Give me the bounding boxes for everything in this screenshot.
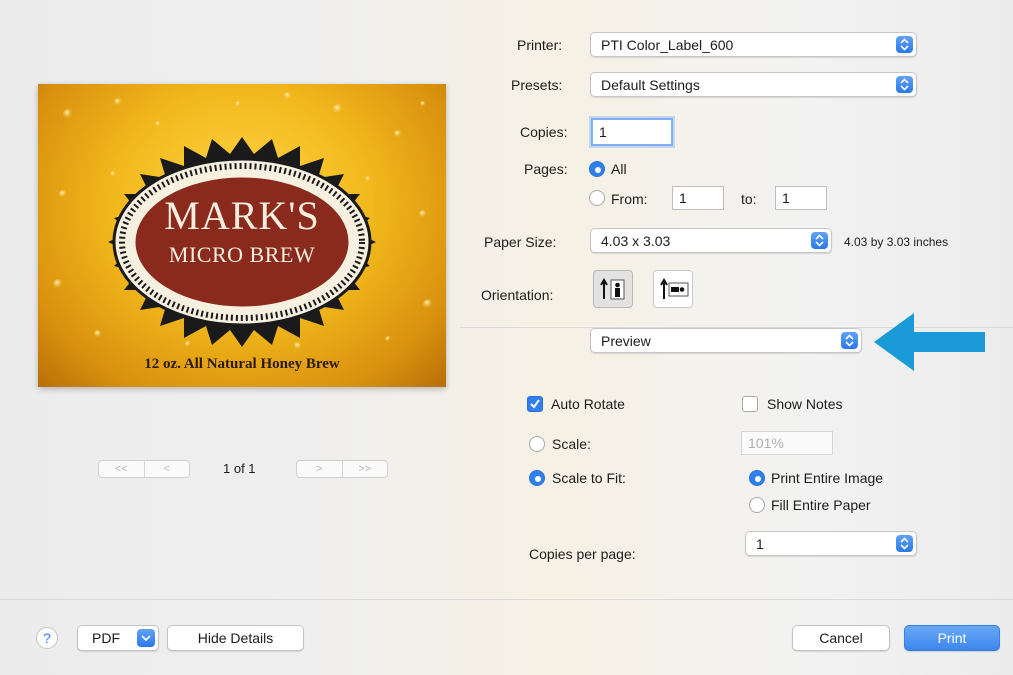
scale-to-fit-radio[interactable]: [529, 470, 545, 486]
landscape-icon: [660, 278, 689, 299]
preview-nav-forward: > >>: [296, 460, 388, 478]
scale-label: Scale:: [552, 436, 591, 452]
pages-to-label: to:: [741, 191, 757, 207]
pages-all-radio[interactable]: [589, 161, 605, 177]
copies-label: Copies:: [520, 124, 568, 140]
pages-range-radio[interactable]: [589, 190, 605, 206]
label-title-line2: MICRO BREW: [168, 242, 316, 267]
scale-to-fit-label: Scale to Fit:: [552, 470, 626, 486]
pdf-label: PDF: [92, 630, 120, 646]
printer-label: Printer:: [517, 37, 563, 53]
print-dialog: MARK'S MICRO BREW 12 oz. All Natural Hon…: [0, 0, 1013, 675]
preview-nav-back: << <: [98, 460, 190, 478]
pages-label: Pages:: [524, 161, 568, 177]
page-indicator: 1 of 1: [223, 461, 256, 476]
fill-entire-paper-label: Fill Entire Paper: [771, 497, 871, 513]
presets-select[interactable]: Default Settings: [590, 72, 917, 97]
chevron-updown-icon: [811, 232, 828, 249]
label-preview-image: MARK'S MICRO BREW 12 oz. All Natural Hon…: [38, 84, 446, 387]
show-notes-checkbox[interactable]: [742, 396, 758, 412]
first-page-button[interactable]: <<: [99, 461, 144, 477]
pages-from-label: From:: [611, 191, 648, 207]
chevron-updown-icon: [896, 535, 913, 552]
checkmark-icon: [530, 399, 540, 409]
section-value: Preview: [601, 333, 651, 349]
label-tagline: 12 oz. All Natural Honey Brew: [144, 356, 340, 372]
orientation-portrait-button[interactable]: [593, 270, 633, 308]
label-title-line1: MARK'S: [164, 193, 320, 238]
paper-size-note: 4.03 by 3.03 inches: [844, 235, 949, 249]
copies-per-page-value: 1: [756, 536, 764, 552]
printer-value: PTI Color_Label_600: [601, 37, 734, 53]
presets-label: Presets:: [511, 77, 563, 93]
pages-to-field[interactable]: 1: [775, 186, 827, 210]
copies-per-page-select[interactable]: 1: [745, 531, 917, 556]
portrait-icon: [600, 278, 625, 300]
chevron-updown-icon: [841, 332, 858, 349]
print-button[interactable]: Print: [904, 625, 1000, 651]
section-select[interactable]: Preview: [590, 328, 862, 353]
auto-rotate-checkbox[interactable]: [527, 396, 543, 412]
paper-size-value: 4.03 x 3.03: [601, 233, 671, 249]
pages-all-label: All: [611, 161, 627, 177]
pdf-menu-button[interactable]: PDF: [77, 625, 159, 651]
chevron-updown-icon: [896, 36, 913, 53]
chevron-updown-icon: [896, 76, 913, 93]
printer-select[interactable]: PTI Color_Label_600: [590, 32, 917, 57]
auto-rotate-label: Auto Rotate: [551, 396, 625, 412]
orientation-label: Orientation:: [481, 287, 554, 303]
print-entire-image-radio[interactable]: [749, 470, 765, 486]
paper-size-label: Paper Size:: [484, 234, 557, 250]
last-page-button[interactable]: >>: [341, 461, 388, 477]
previous-page-button[interactable]: <: [143, 461, 190, 477]
cancel-button[interactable]: Cancel: [792, 625, 890, 651]
orientation-landscape-button[interactable]: [653, 270, 693, 308]
help-button[interactable]: ?: [36, 627, 58, 649]
paper-size-select[interactable]: 4.03 x 3.03: [590, 228, 832, 253]
pages-from-field[interactable]: 1: [672, 186, 724, 210]
copies-field[interactable]: 1: [591, 118, 673, 146]
presets-value: Default Settings: [601, 77, 700, 93]
chevron-down-icon: [137, 629, 155, 647]
hide-details-button[interactable]: Hide Details: [167, 625, 304, 651]
next-page-button[interactable]: >: [297, 461, 342, 477]
print-entire-image-label: Print Entire Image: [771, 470, 884, 486]
scale-radio[interactable]: [529, 436, 545, 452]
copies-per-page-label: Copies per page:: [529, 546, 636, 562]
footer-divider: [0, 599, 1013, 600]
scale-field[interactable]: 101%: [741, 431, 833, 455]
show-notes-label: Show Notes: [767, 396, 843, 412]
fill-entire-paper-radio[interactable]: [749, 497, 765, 513]
callout-arrow-icon: [874, 313, 985, 371]
